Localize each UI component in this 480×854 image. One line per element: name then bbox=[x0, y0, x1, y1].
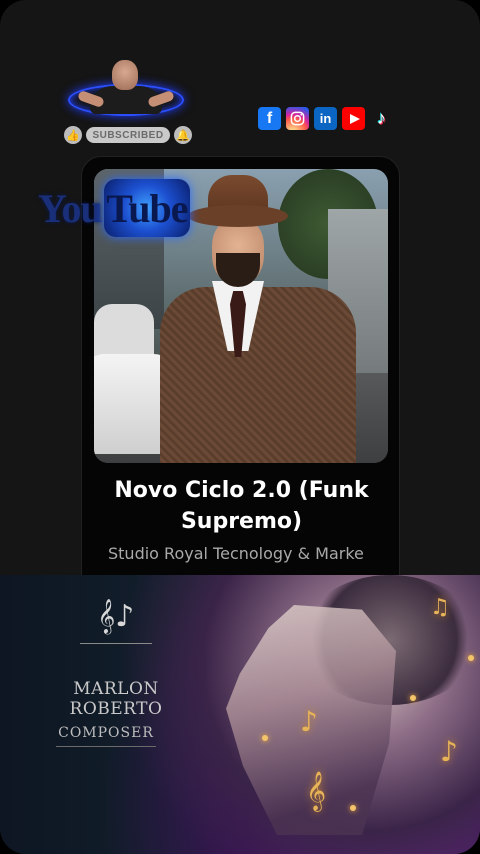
subscribe-presenter: 👍 SUBSCRIBED 🔔 bbox=[64, 58, 192, 150]
subscribe-row: 👍 SUBSCRIBED 🔔 bbox=[64, 124, 192, 146]
sparkle bbox=[410, 695, 416, 701]
music-note-icon: ♪ bbox=[300, 705, 318, 738]
sparkle bbox=[468, 655, 474, 661]
composer-role: COMPOSER bbox=[58, 725, 154, 741]
thumbs-up-icon: 👍 bbox=[64, 126, 82, 144]
logo-tube-box: Tube bbox=[103, 179, 190, 237]
instagram-icon[interactable] bbox=[286, 107, 309, 130]
composer-banner: ♪ ♫ 𝄞 ♪ 𝄞♪ MARLON ROBERTO COMPOSER bbox=[0, 575, 480, 854]
art-man-hat-brim bbox=[188, 205, 288, 227]
youtube-icon[interactable] bbox=[342, 107, 365, 130]
monogram-logo: 𝄞♪ bbox=[97, 599, 135, 634]
facebook-icon[interactable]: f bbox=[258, 107, 281, 130]
bell-icon: 🔔 bbox=[174, 126, 192, 144]
tiktok-icon[interactable]: ♪ bbox=[370, 107, 393, 130]
social-icons: f in ♪ bbox=[258, 107, 393, 131]
treble-clef-icon: 𝄞 bbox=[306, 771, 327, 811]
sparkle bbox=[350, 805, 356, 811]
youtube-overlay-logo: You Tube bbox=[38, 178, 190, 238]
composer-name: MARLON ROBERTO bbox=[69, 679, 163, 719]
track-title: Novo Ciclo 2.0 (Funk Supremo) bbox=[114, 478, 369, 534]
logo-tube: Tube bbox=[106, 185, 188, 231]
divider bbox=[80, 643, 152, 644]
logo-you: You bbox=[38, 185, 103, 231]
art-man-jacket bbox=[160, 287, 356, 463]
subscribed-badge: SUBSCRIBED bbox=[86, 127, 170, 143]
screen: 👍 SUBSCRIBED 🔔 f in ♪ Novo Ciclo 2.0 (Fu… bbox=[0, 0, 480, 854]
music-note-icon: ♫ bbox=[430, 595, 450, 620]
music-note-icon: ♪ bbox=[440, 735, 458, 768]
track-artist: Studio Royal Tecnology & Marke bbox=[108, 544, 364, 563]
linkedin-icon[interactable]: in bbox=[314, 107, 337, 130]
art-car-top bbox=[94, 304, 154, 359]
sparkle bbox=[262, 735, 268, 741]
presenter-head bbox=[112, 60, 138, 90]
divider bbox=[56, 746, 156, 747]
